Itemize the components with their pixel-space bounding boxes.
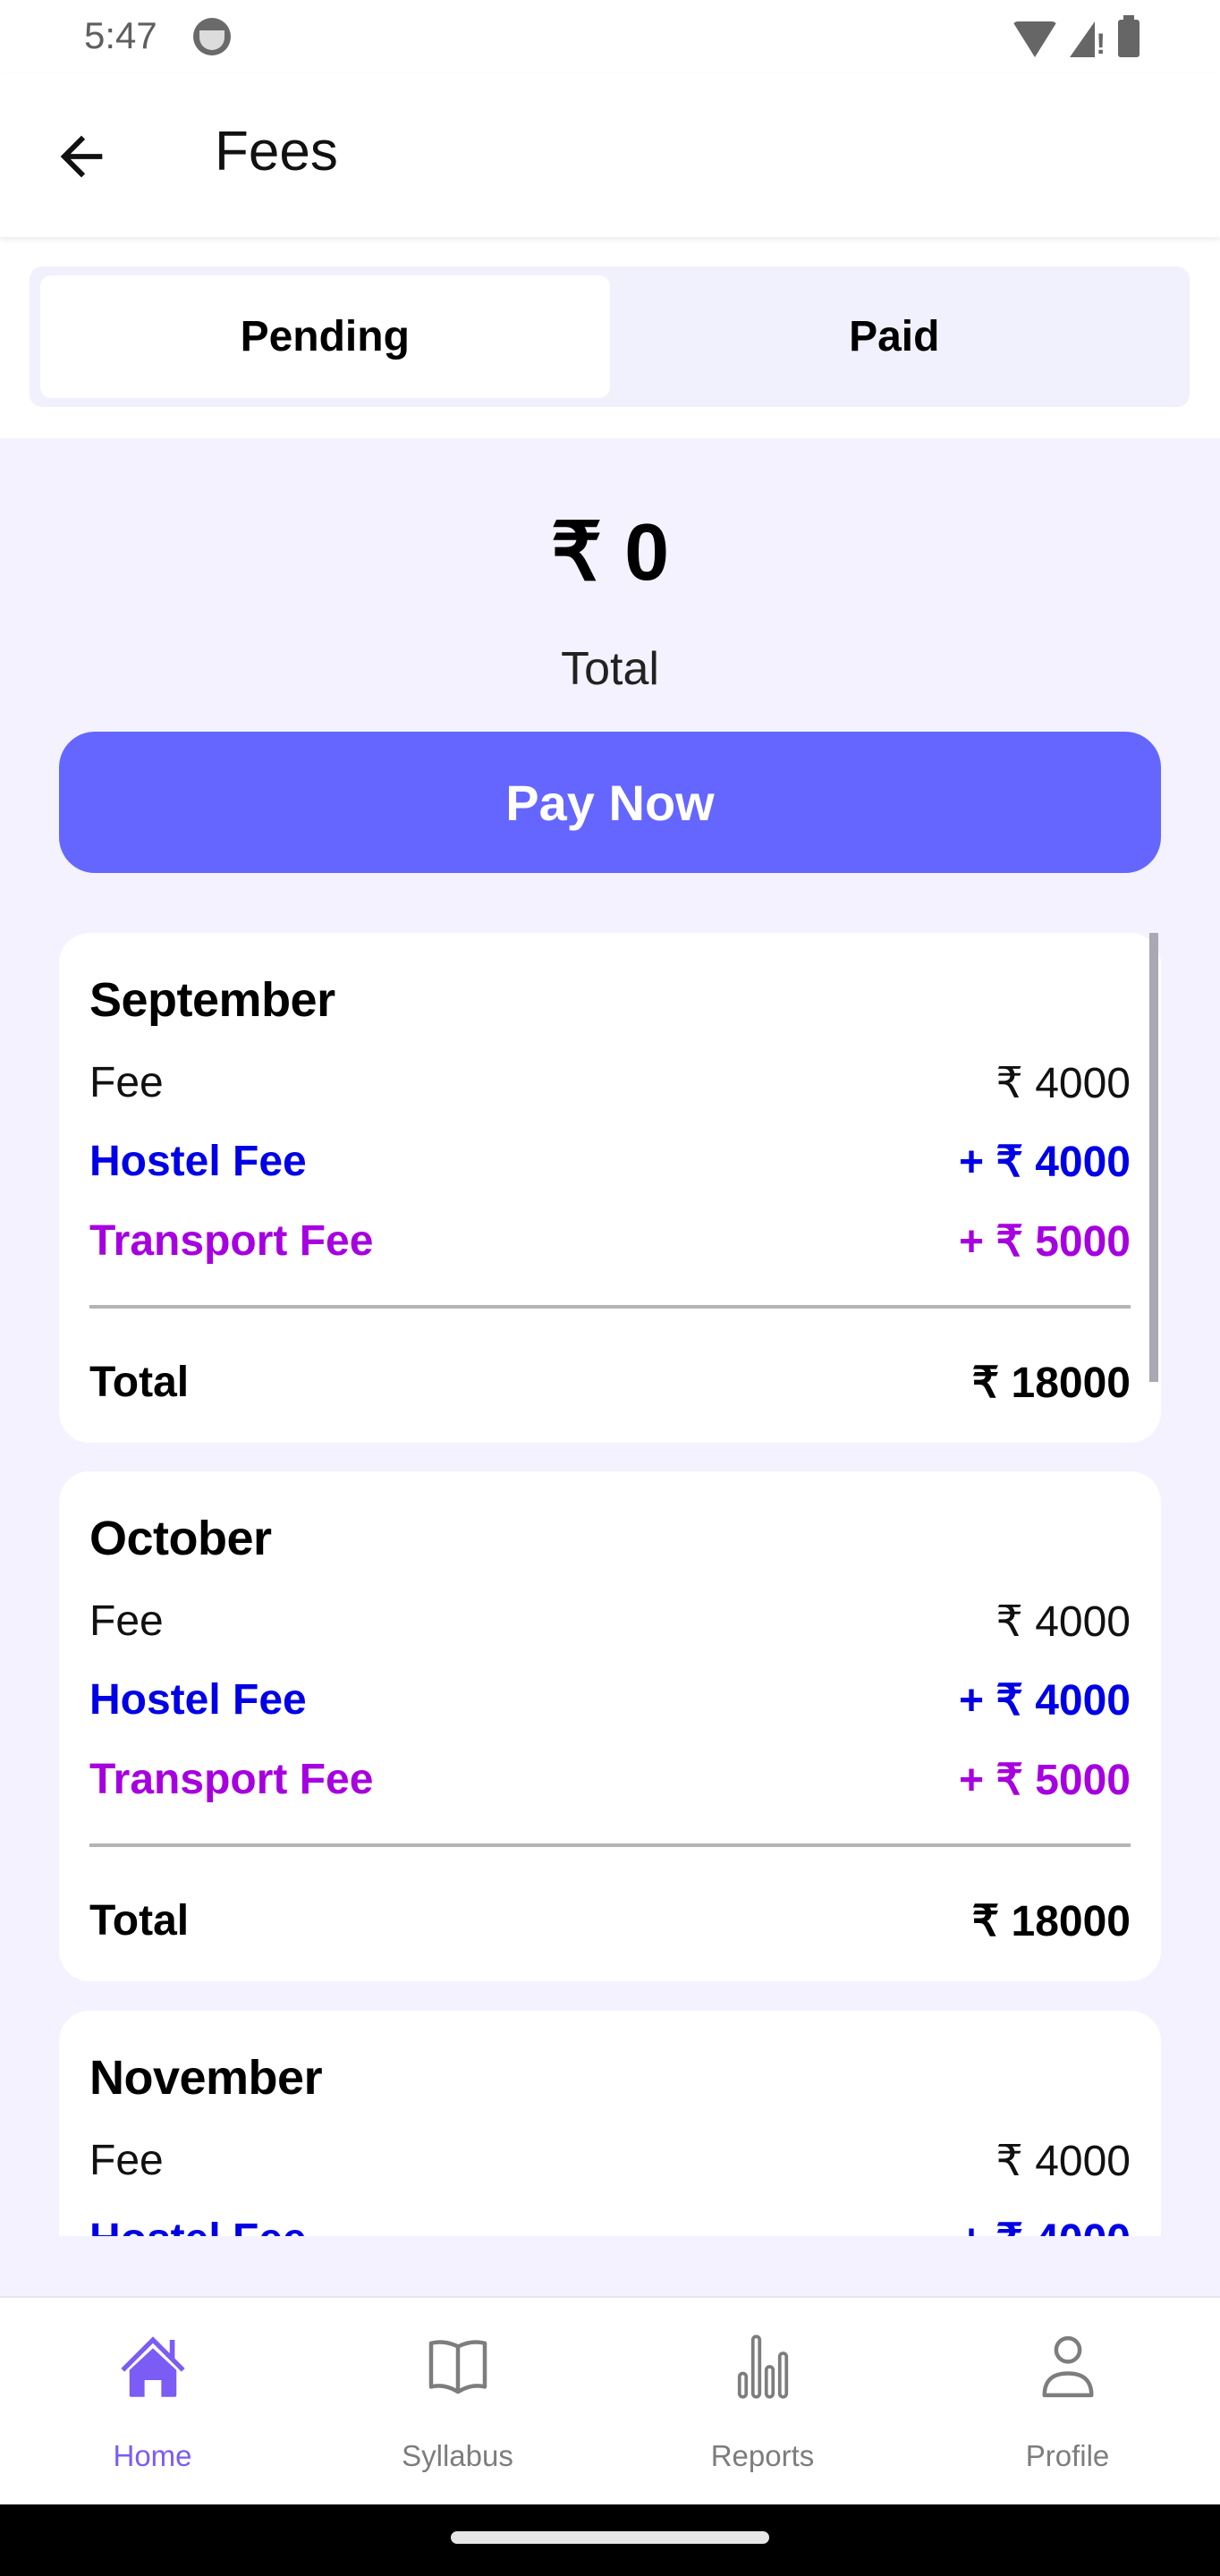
card-month: November [89, 2051, 323, 2105]
bar-chart-icon [737, 2334, 788, 2399]
card-total-row: Total ₹ 18000 [89, 1896, 1131, 1946]
transport-fee-value: + ₹ 5000 [958, 1757, 1131, 1804]
nav-reports[interactable]: Reports [610, 2298, 915, 2506]
status-bar: 5:47 [0, 0, 1220, 73]
hostel-fee-row: Hostel Fee + ₹ 4000 [89, 2215, 1131, 2236]
cell-signal-icon [1070, 21, 1106, 61]
card-month: September [89, 973, 335, 1027]
hostel-fee-label: Hostel Fee [89, 2215, 307, 2236]
tab-pending[interactable]: Pending [40, 275, 610, 398]
nav-label: Reports [710, 2439, 815, 2472]
fee-value: ₹ 4000 [995, 2138, 1131, 2185]
status-time: 5:47 [84, 14, 157, 56]
transport-fee-row: Transport Fee + ₹ 5000 [89, 1755, 1131, 1805]
fee-row: Fee ₹ 4000 [89, 1597, 1131, 1647]
nav-home[interactable]: Home [0, 2298, 305, 2506]
fee-value: ₹ 4000 [995, 1060, 1131, 1107]
fee-label: Fee [89, 1597, 164, 1645]
fee-card-list[interactable]: September Fee ₹ 4000 Hostel Fee + ₹ 4000… [0, 930, 1220, 2236]
app-bar: Fees [0, 73, 1220, 237]
hostel-fee-value: + ₹ 4000 [958, 1677, 1131, 1724]
person-icon [1042, 2335, 1093, 2398]
nav-syllabus[interactable]: Syllabus [305, 2298, 610, 2506]
arrow-left-icon[interactable] [50, 125, 113, 188]
fee-card: November Fee ₹ 4000 Hostel Fee + ₹ 4000 [59, 2011, 1161, 2236]
page-title: Fees [215, 121, 338, 182]
battery-icon [1118, 15, 1140, 57]
nav-label: Home [113, 2439, 192, 2472]
fee-card: September Fee ₹ 4000 Hostel Fee + ₹ 4000… [59, 933, 1161, 1443]
card-total-label: Total [89, 1359, 190, 1406]
hostel-fee-row: Hostel Fee + ₹ 4000 [89, 1137, 1131, 1187]
fee-card: October Fee ₹ 4000 Hostel Fee + ₹ 4000 T… [59, 1471, 1161, 1981]
scrollbar[interactable] [1149, 933, 1158, 1382]
tab-bar-container: Pending Paid [0, 237, 1220, 438]
card-total-value: ₹ 18000 [971, 1898, 1131, 1945]
system-navigation-bar [0, 2504, 1220, 2576]
fee-label: Fee [89, 2137, 164, 2184]
hostel-fee-label: Hostel Fee [89, 1138, 307, 1185]
hostel-fee-label: Hostel Fee [89, 1676, 307, 1724]
divider [89, 1843, 1131, 1847]
nav-profile[interactable]: Profile [915, 2298, 1220, 2506]
home-icon [120, 2336, 185, 2397]
pay-now-button[interactable]: Pay Now [59, 732, 1161, 873]
hostel-fee-value: + ₹ 4000 [958, 1139, 1131, 1186]
card-total-row: Total ₹ 18000 [89, 1358, 1131, 1408]
divider [89, 1305, 1131, 1309]
fee-row: Fee ₹ 4000 [89, 2136, 1131, 2186]
card-total-label: Total [89, 1897, 190, 1945]
status-icons [1012, 15, 1140, 61]
hostel-fee-row: Hostel Fee + ₹ 4000 [89, 1675, 1131, 1725]
nav-label: Syllabus [402, 2439, 513, 2472]
fee-row: Fee ₹ 4000 [89, 1058, 1131, 1108]
home-gesture-handle[interactable] [451, 2531, 769, 2544]
card-month: October [89, 1512, 272, 1565]
total-label: Total [561, 643, 659, 695]
total-amount: ₹ 0 [550, 508, 670, 597]
transport-fee-value: + ₹ 5000 [958, 1218, 1131, 1266]
nav-label: Profile [1025, 2439, 1110, 2472]
transport-fee-label: Transport Fee [89, 1217, 374, 1265]
transport-fee-label: Transport Fee [89, 1756, 374, 1803]
wifi-icon [1012, 21, 1057, 57]
fee-label: Fee [89, 1059, 164, 1106]
book-icon [428, 2340, 487, 2394]
transport-fee-row: Transport Fee + ₹ 5000 [89, 1216, 1131, 1267]
notification-icon [193, 18, 231, 55]
fee-status-tabs: Pending Paid [30, 267, 1190, 407]
fee-value: ₹ 4000 [995, 1598, 1131, 1646]
hostel-fee-value: + ₹ 4000 [959, 2215, 1131, 2236]
tab-paid[interactable]: Paid [610, 275, 1180, 398]
bottom-navigation: Home Syllabus Reports Profile [0, 2296, 1220, 2506]
card-total-value: ₹ 18000 [971, 1360, 1131, 1407]
